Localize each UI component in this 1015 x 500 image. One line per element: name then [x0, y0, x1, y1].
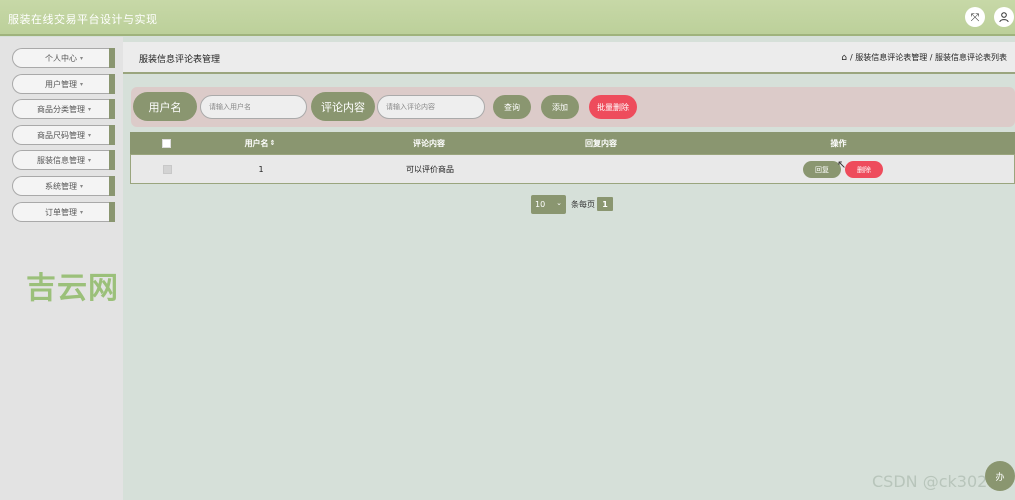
chevron-down-icon: ⌄: [556, 199, 562, 207]
chevron-down-icon: ▾: [79, 208, 83, 216]
sidebar-item-label: 订单管理: [44, 207, 77, 217]
username-input[interactable]: [200, 95, 307, 119]
row-checkbox-cell: [131, 155, 203, 183]
header-checkbox-cell: [130, 132, 202, 154]
row-content: 可以评价商品: [406, 164, 454, 174]
page-size-value: 10: [535, 200, 546, 209]
top-bar: 服装在线交易平台设计与实现 ⤧: [0, 0, 1015, 36]
row-checkbox[interactable]: [162, 164, 172, 174]
page-number-current[interactable]: 1: [597, 197, 613, 211]
page-size-suffix: 条每页: [571, 200, 595, 209]
sort-icon[interactable]: ⇕: [270, 139, 276, 147]
content-label: 评论内容: [311, 92, 375, 121]
home-icon[interactable]: ⌂: [841, 53, 847, 63]
header-content: 评论内容: [413, 138, 445, 148]
sidebar-item-label: 系统管理: [44, 181, 77, 191]
header-ops: 操作: [830, 138, 847, 148]
select-all-checkbox[interactable]: [161, 138, 171, 148]
comments-table: 用户名 ⇕ 评论内容 回复内容 操作 1 可以评价商品 回复 删除: [130, 132, 1015, 185]
sidebar-item-size-management[interactable]: 商品尺码管理 ▾: [12, 125, 115, 145]
breadcrumb-bar: 服装信息评论表管理 ⌂ / 服装信息评论表管理 / 服装信息评论表列表: [123, 42, 1015, 74]
sidebar-item-clothing-management[interactable]: 服装信息管理 ▾: [12, 150, 115, 170]
fullscreen-icon[interactable]: ⤧: [965, 7, 985, 27]
table-row: 1 可以评价商品 回复 删除: [130, 154, 1015, 184]
page-size-select[interactable]: 10 ⌄: [531, 195, 566, 214]
sidebar-item-label: 个人中心: [44, 53, 77, 63]
table-header: 用户名 ⇕ 评论内容 回复内容 操作: [130, 132, 1015, 154]
query-button[interactable]: 查询: [493, 95, 531, 119]
sidebar-item-personal-center[interactable]: 个人中心 ▾: [12, 48, 115, 68]
username-label: 用户名: [133, 92, 197, 121]
search-panel: 用户名 评论内容 查询 添加 批量删除: [131, 87, 1015, 127]
chevron-down-icon: ▾: [87, 105, 91, 113]
reply-button[interactable]: 回复: [803, 161, 841, 178]
breadcrumb: ⌂ / 服装信息评论表管理 / 服装信息评论表列表: [841, 52, 1007, 63]
breadcrumb-path: / 服装信息评论表管理 / 服装信息评论表列表: [849, 53, 1007, 62]
main-content: 服装信息评论表管理 ⌂/ 服装信息评论表管理 / 服装信息评论表列表 用户名 评…: [123, 37, 1015, 500]
app-title: 服装在线交易平台设计与实现: [8, 13, 158, 26]
chevron-down-icon: ▾: [79, 54, 83, 62]
chevron-down-icon: ▾: [79, 182, 83, 190]
watermark-logo: 吉云网: [26, 271, 119, 306]
csdn-watermark: CSDN @ck3024: [872, 472, 998, 491]
page-title: 服装信息评论表管理: [139, 55, 221, 65]
row-reply: [541, 155, 663, 183]
sidebar-item-label: 商品分类管理: [36, 104, 85, 114]
sidebar-item-system-management[interactable]: 系统管理 ▾: [12, 176, 115, 196]
header-reply: 回复内容: [585, 138, 617, 148]
sidebar-item-label: 服装信息管理: [36, 155, 85, 165]
delete-button[interactable]: 删除: [845, 161, 883, 178]
floating-action-button[interactable]: 办: [985, 461, 1015, 491]
chevron-down-icon: ▾: [87, 131, 91, 139]
row-username: 1: [258, 164, 264, 174]
sidebar-item-label: 商品尺码管理: [36, 130, 85, 140]
batch-delete-button[interactable]: 批量删除: [589, 95, 637, 119]
header-username[interactable]: 用户名 ⇕: [202, 132, 318, 154]
sidebar-item-user-management[interactable]: 用户管理 ▾: [12, 74, 115, 94]
mouse-cursor-icon: ↖: [837, 158, 847, 171]
user-icon[interactable]: [994, 7, 1014, 27]
chevron-down-icon: ▾: [87, 156, 91, 164]
add-button[interactable]: 添加: [541, 95, 579, 119]
header-username-label: 用户名: [244, 138, 269, 148]
sidebar-item-category-management[interactable]: 商品分类管理 ▾: [12, 99, 115, 119]
content-input[interactable]: [377, 95, 485, 119]
sidebar-item-order-management[interactable]: 订单管理 ▾: [12, 202, 115, 222]
user-glyph: [999, 12, 1009, 23]
sidebar-item-label: 用户管理: [44, 79, 77, 89]
chevron-down-icon: ▾: [79, 80, 83, 88]
